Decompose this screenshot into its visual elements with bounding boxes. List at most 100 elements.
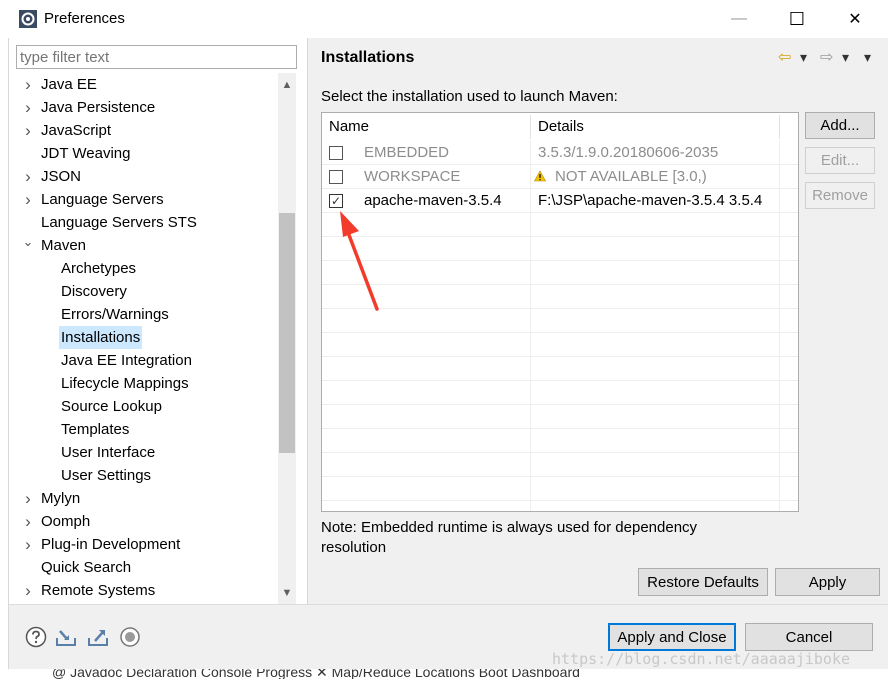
minimize-icon: — [731,10,747,27]
empty-row [322,261,798,285]
forward-arrow-icon[interactable]: ⇨ [820,48,833,66]
view-menu-icon[interactable]: ▾ [864,48,871,66]
empty-row [322,309,798,333]
installation-name: EMBEDDED [364,144,450,161]
tree-item[interactable]: ⌄ Maven [16,234,278,257]
warning-icon [534,170,546,182]
chevron-right-icon[interactable]: › [21,533,35,556]
import-icon[interactable] [55,626,77,648]
eclipse-app-icon [19,10,37,28]
export-icon[interactable] [87,626,109,648]
tree-item-label: Remote Systems [41,582,156,599]
tree-item[interactable]: JDT Weaving [16,142,278,165]
close-icon: ✕ [848,11,862,28]
tree-item-label: Quick Search [41,559,132,576]
chevron-right-icon[interactable]: › [21,188,35,211]
scroll-down-icon[interactable]: ▼ [278,581,296,605]
chevron-right-icon[interactable]: › [21,487,35,510]
edit-button-label: Edit... [820,152,860,169]
tree-item[interactable]: › JavaScript [16,119,278,142]
forward-menu-icon[interactable]: ▾ [842,48,849,66]
embedded-note: Note: Embedded runtime is always used fo… [321,519,698,556]
chevron-right-icon[interactable]: › [21,510,35,533]
empty-row [322,237,798,261]
tree-item-label: Language Servers STS [41,214,197,231]
tree-scrollbar[interactable]: ▲ ▼ [278,73,296,605]
checkbox[interactable] [329,146,343,160]
column-separator [779,115,780,139]
tree-item[interactable]: › Java Persistence [16,96,278,119]
chevron-down-icon[interactable]: ⌄ [21,230,35,253]
tree-item[interactable]: › Remote Systems [16,579,278,602]
empty-row [322,381,798,405]
checkbox[interactable] [329,170,343,184]
chevron-right-icon[interactable]: › [21,579,35,602]
tree-item[interactable]: Templates [16,418,278,441]
tree-item[interactable]: › Language Servers [16,188,278,211]
column-header-name[interactable]: Name [322,113,530,141]
empty-row [322,333,798,357]
restore-defaults-button[interactable]: Restore Defaults [638,568,768,596]
restore-defaults-label: Restore Defaults [647,573,759,591]
empty-row [322,477,798,501]
table-row[interactable]: WORKSPACE NOT AVAILABLE [3.0,) [322,165,798,189]
tree-item[interactable]: Quick Search [16,556,278,579]
empty-row [322,429,798,453]
apply-button[interactable]: Apply [775,568,880,596]
add-button[interactable]: Add... [805,112,875,139]
chevron-right-icon[interactable]: › [21,96,35,119]
apply-label: Apply [808,573,847,591]
remove-button[interactable]: Remove [805,182,875,209]
tree-item[interactable]: › Mylyn [16,487,278,510]
tree-item[interactable]: Installations [16,326,278,349]
close-button[interactable]: ✕ [830,4,880,34]
scroll-thumb[interactable] [279,213,295,453]
tree-item[interactable]: Java EE Integration [16,349,278,372]
tree-item[interactable]: Lifecycle Mappings [16,372,278,395]
back-menu-icon[interactable]: ▾ [800,48,807,66]
tree-item[interactable]: › Oomph [16,510,278,533]
cancel-label: Cancel [785,628,833,646]
tree-item[interactable]: Discovery [16,280,278,303]
help-icon[interactable] [25,626,47,648]
tree-item[interactable]: › Plug-in Development [16,533,278,556]
table-row[interactable]: EMBEDDED 3.5.3/1.9.0.20180606-2035 [322,141,798,165]
table-row[interactable]: ✓ apache-maven-3.5.4 F:\JSP\apache-maven-3… [322,189,798,213]
workbench-tab-labels: @ Javadoc Declaration Console Progress ✕… [52,669,580,679]
tree-item[interactable]: User Interface [16,441,278,464]
empty-row [322,453,798,477]
tree-item[interactable]: Errors/Warnings [16,303,278,326]
tree-item-label: Plug-in Development [41,536,181,553]
add-button-label: Add... [820,117,860,134]
oomph-record-icon[interactable] [119,626,141,648]
tree-item[interactable]: Language Servers STS [16,211,278,234]
chevron-right-icon[interactable]: › [21,165,35,188]
tree-item-label: Discovery [61,283,127,300]
scroll-up-icon[interactable]: ▲ [278,73,296,97]
tree-item[interactable]: › JSON [16,165,278,188]
empty-row [322,405,798,429]
tree-item-label: Mylyn [41,490,81,507]
tree-item-label: Language Servers [41,191,164,208]
column-header-details[interactable]: Details [531,113,779,141]
filter-input[interactable] [16,45,297,69]
maximize-button[interactable]: ☐ [772,4,822,34]
tree-item[interactable]: › Java EE [16,73,278,96]
chevron-right-icon[interactable]: › [21,73,35,96]
preferences-window: Preferences — ☐ ✕ › Java EE › Java Persiste… [0,0,895,679]
tree-item-label: User Interface [61,444,156,461]
minimize-button[interactable]: — [714,4,764,34]
tree-item[interactable]: Source Lookup [16,395,278,418]
cancel-button[interactable]: Cancel [745,623,873,651]
apply-and-close-button[interactable]: Apply and Close [608,623,736,651]
preferences-tree: › Java EE › Java Persistence › JavaScript JDT … [16,73,278,605]
tree-item-label: Maven [41,237,87,254]
tree-item-label: Templates [61,421,130,438]
back-arrow-icon[interactable]: ⇦ [778,48,791,66]
tree-item[interactable]: Archetypes [16,257,278,280]
tree-item-label: Archetypes [61,260,137,277]
tree-item[interactable]: User Settings [16,464,278,487]
chevron-right-icon[interactable]: › [21,119,35,142]
installation-details: NOT AVAILABLE [3.0,) [555,168,707,185]
edit-button[interactable]: Edit... [805,147,875,174]
